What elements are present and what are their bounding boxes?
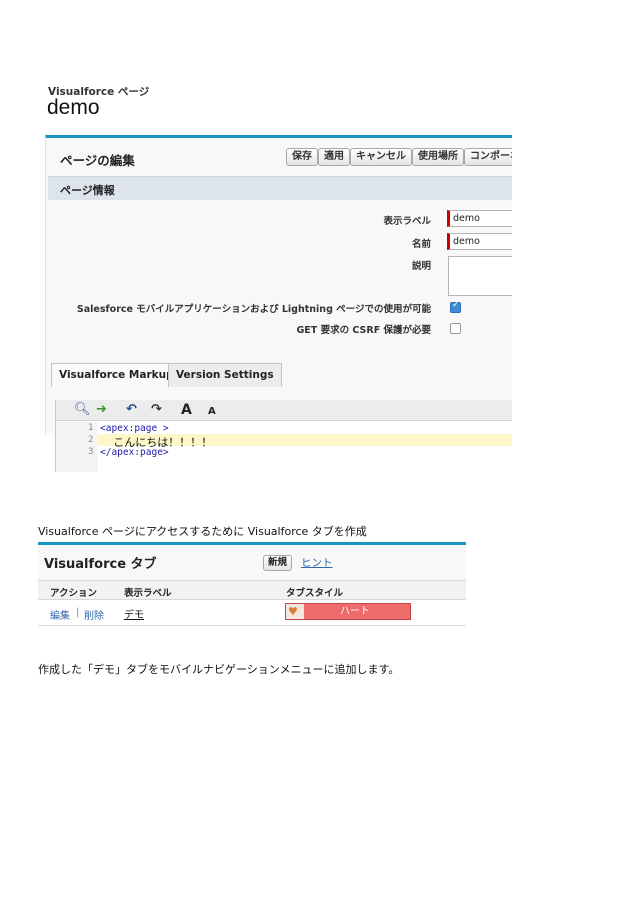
component-button[interactable]: コンポーネ (464, 148, 512, 166)
action-separator: | (76, 607, 80, 618)
apply-button[interactable]: 適用 (318, 148, 350, 166)
mobile-available-checkbox[interactable] (450, 300, 461, 313)
tab-label-link[interactable]: デモ (124, 606, 144, 621)
name-field-label: 名前 (411, 239, 431, 250)
label-field-label: 表示ラベル (383, 216, 431, 227)
page-title: demo (47, 96, 100, 119)
csrf-label: GET 要求の CSRF 保護が必要 (296, 325, 432, 336)
edit-link[interactable]: 編集 (50, 607, 70, 622)
undo-icon[interactable]: ↶ (126, 402, 137, 418)
editor-toolbar: 🔍︎ ➜ ↶ ↷ A A (56, 400, 512, 421)
edit-panel: ページの編集 保存 適用 キャンセル 使用場所 コンポーネ ページ情報 表示ラベ… (45, 135, 512, 435)
column-header-label: 表示ラベル (124, 588, 172, 599)
column-header-tab-style: タブスタイル (286, 588, 344, 599)
new-button[interactable]: 新規 (263, 555, 293, 571)
tab-style-name: ハート (340, 606, 370, 617)
hint-link[interactable]: ヒント (301, 555, 333, 570)
delete-link[interactable]: 削除 (84, 607, 104, 622)
font-decrease-icon[interactable]: A (208, 404, 216, 420)
cancel-button[interactable]: キャンセル (350, 148, 412, 166)
description-textarea[interactable] (448, 256, 512, 296)
line-number: 3 (88, 447, 94, 457)
tabs-list-title: Visualforce タブ (44, 557, 157, 572)
go-arrow-icon[interactable]: ➜ (96, 402, 107, 418)
column-header-action: アクション (50, 588, 98, 599)
tabs-list-header: Visualforce タブ 新規 ヒント (38, 542, 466, 580)
csrf-checkbox[interactable] (450, 323, 461, 334)
code-line: </apex:page> (100, 447, 169, 458)
line-number: 2 (88, 435, 94, 445)
caption-add-to-menu: 作成した「デモ」タブをモバイルナビゲーションメニューに追加します。 (38, 663, 400, 676)
code-line: <apex:page > (100, 423, 169, 434)
page-info-title: ページ情報 (60, 184, 115, 197)
label-input[interactable]: demo (447, 210, 512, 227)
tab-version-settings[interactable]: Version Settings (168, 363, 282, 387)
code-editor[interactable]: 🔍︎ ➜ ↶ ↷ A A 1 2 3 <apex:page > こんにちは！！！… (55, 400, 512, 472)
page-info-section: ページ情報 (48, 176, 512, 200)
name-input[interactable]: demo (447, 233, 512, 250)
save-button[interactable]: 保存 (286, 148, 318, 166)
tab-style-swatch: ♥ ハート (285, 603, 411, 620)
caption-create-tab: Visualforce ページにアクセスするために Visualforce タブ… (38, 525, 367, 538)
table-header: アクション 表示ラベル タブスタイル (38, 580, 466, 600)
mobile-available-label: Salesforce モバイルアプリケーションおよび Lightning ページ… (76, 304, 431, 315)
description-field-label: 説明 (411, 261, 431, 272)
line-number: 1 (88, 423, 94, 433)
font-increase-icon[interactable]: A (181, 402, 192, 418)
tab-visualforce-markup[interactable]: Visualforce Markup (51, 363, 182, 387)
visualforce-page-editor: Visualforce ページ demo ページの編集 保存 適用 キャンセル … (45, 84, 512, 472)
visualforce-tabs-list: Visualforce タブ 新規 ヒント アクション 表示ラベル タブスタイル… (38, 542, 466, 632)
table-row: 編集 | 削除 デモ ♥ ハート (38, 600, 466, 626)
search-icon[interactable]: 🔍︎ (74, 402, 91, 418)
redo-icon[interactable]: ↷ (151, 402, 162, 418)
where-used-button[interactable]: 使用場所 (412, 148, 464, 166)
edit-heading: ページの編集 (60, 153, 135, 168)
